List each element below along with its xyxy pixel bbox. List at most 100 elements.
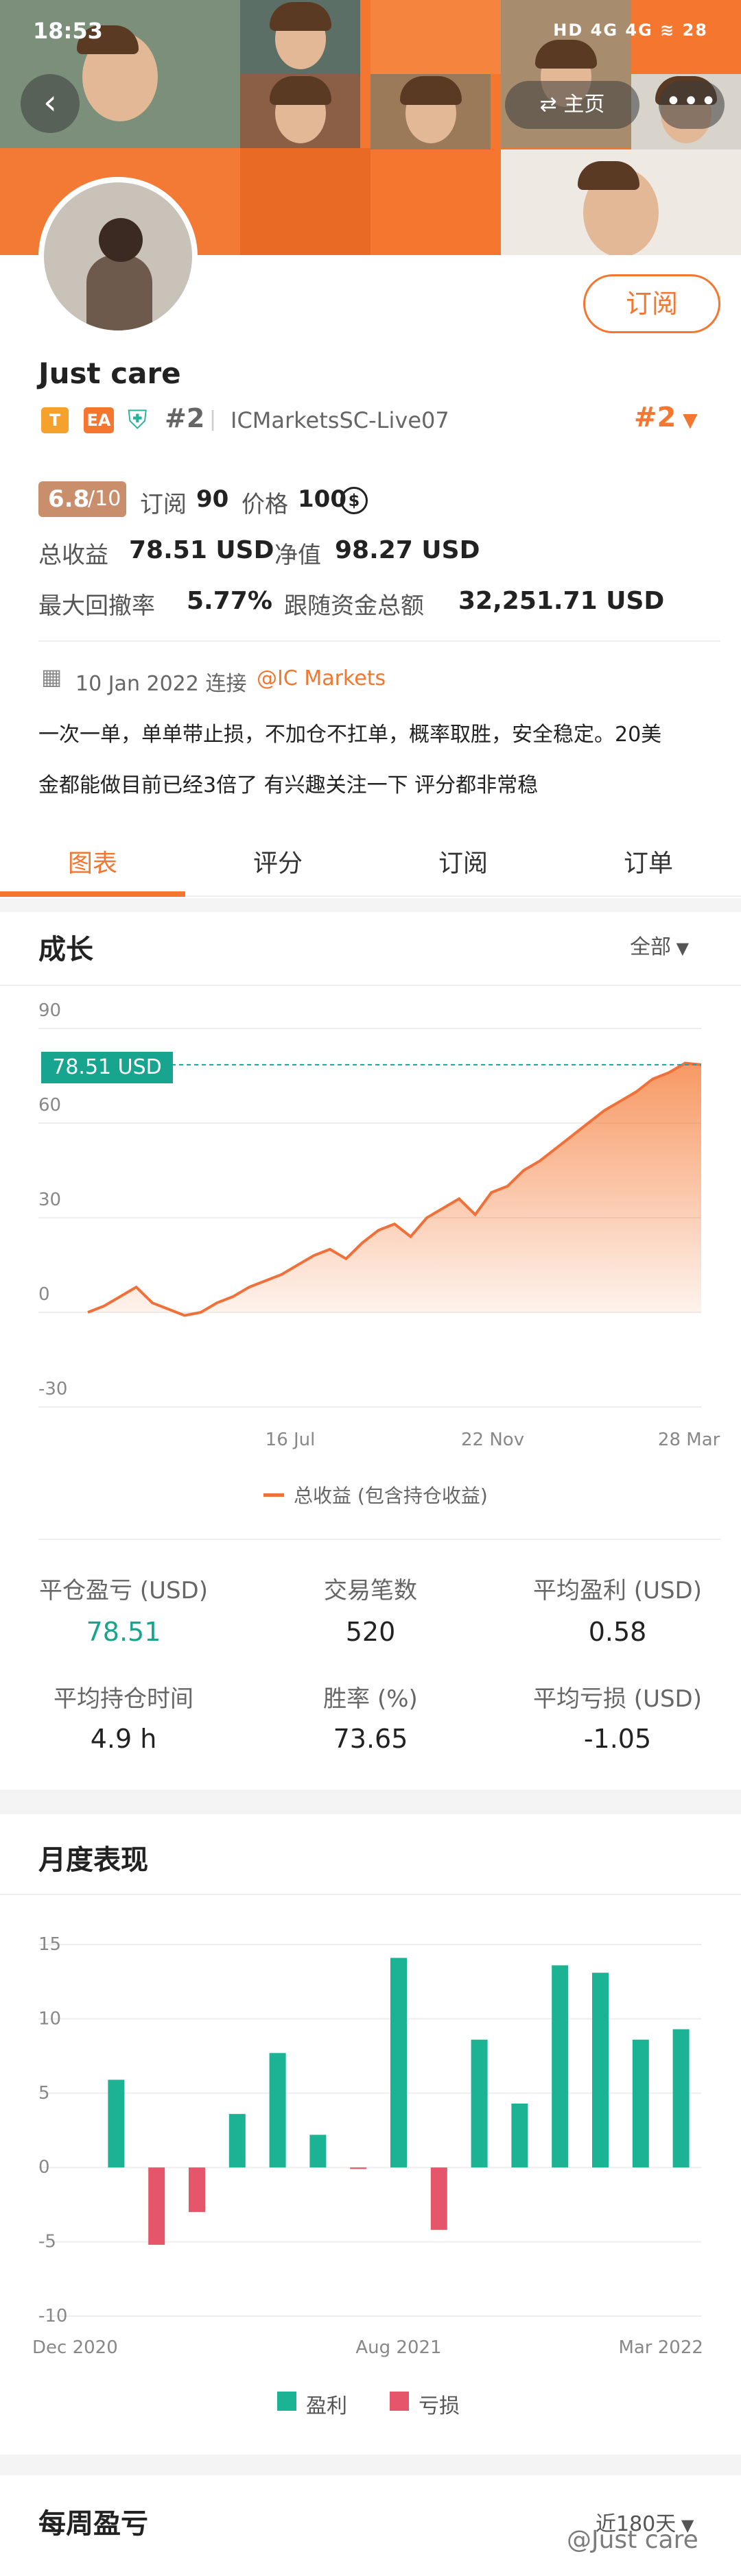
watermark: @Just care	[567, 2526, 698, 2554]
drawdown-value: 5.77%	[187, 587, 272, 615]
profit-bar	[108, 2080, 125, 2168]
rank-right-label: #2	[634, 402, 677, 433]
legend-swatch	[263, 1493, 284, 1497]
weekly-title: 每周盈亏	[38, 2508, 148, 2540]
banner-photo	[240, 74, 360, 149]
rank-dropdown[interactable]: #2 ▼	[634, 402, 698, 433]
status-icons: HD 4G 4G ≋ 28	[553, 21, 708, 40]
section-gap	[0, 898, 741, 912]
tab-chart[interactable]: 图表	[0, 843, 185, 879]
follow-funds-label: 跟随资金总额	[284, 592, 424, 620]
y-tick-label: 0	[38, 2157, 50, 2178]
x-tick-label: Mar 2022	[618, 2337, 703, 2358]
price-label: 价格	[242, 491, 288, 518]
trades-value: 520	[345, 1617, 396, 1647]
equity-label: 净值	[274, 542, 321, 569]
monthly-chart: 15 10 5 0 -5 -10 Dec 2020 Aug 2021 Mar 2022	[32, 1934, 703, 2358]
total-profit-value: 78.51 USD	[129, 536, 274, 564]
y-tick-label: -5	[38, 2232, 56, 2252]
current-value-tag: 78.51 USD	[41, 1052, 173, 1083]
legend-profit-label: 盈利	[306, 2394, 347, 2418]
divider	[0, 985, 741, 986]
rating-max: /10	[88, 487, 121, 511]
avatar[interactable]	[38, 177, 198, 336]
loss-bar	[148, 2167, 165, 2245]
profit-bar	[228, 2114, 246, 2168]
banner-photo	[501, 149, 741, 255]
x-tick-label: 28 Mar	[658, 1430, 720, 1450]
coin-icon: $	[340, 487, 368, 514]
profit-bar	[632, 2039, 649, 2168]
home-button[interactable]: ⇄ 主页	[505, 81, 639, 129]
growth-title: 成长	[38, 934, 93, 965]
subscribe-button[interactable]: 订阅	[583, 274, 720, 333]
y-tick-label: -30	[38, 1379, 67, 1399]
profit-bar	[390, 1958, 407, 2168]
profit-bar	[552, 1965, 569, 2168]
divider	[38, 1539, 720, 1540]
y-tick-label: -10	[38, 2306, 67, 2326]
back-button[interactable]: ‹	[21, 74, 80, 133]
closed-pl-label: 平仓盈亏 (USD)	[39, 1577, 208, 1604]
tab-subscribe[interactable]: 订阅	[370, 843, 556, 879]
growth-filter-label: 全部	[630, 935, 671, 959]
more-button[interactable]: •••	[659, 81, 725, 129]
closed-pl-value: 78.51	[86, 1617, 161, 1647]
rating-value: 6.8	[48, 485, 90, 513]
status-bar: 18:53 HD 4G 4G ≋ 28	[0, 0, 741, 58]
y-tick-label: 90	[38, 1000, 61, 1021]
connect-date: 10 Jan 2022 连接	[75, 672, 247, 696]
tab-orders[interactable]: 订单	[556, 843, 741, 879]
x-tick-label: 16 Jul	[266, 1430, 316, 1450]
legend-loss-swatch	[390, 2392, 409, 2411]
section-gap	[0, 2455, 741, 2475]
triangle-down-icon: ▼	[676, 409, 698, 431]
y-tick-label: 10	[38, 2008, 61, 2029]
legend-loss-label: 亏损	[419, 2394, 460, 2418]
shield-check-icon: ⛨	[128, 405, 148, 435]
profit-bar	[511, 2103, 528, 2168]
avg-profit-value: 0.58	[588, 1617, 647, 1647]
description-line-2: 金都能做目前已经3倍了 有兴趣关注一下 评分都非常稳	[38, 773, 539, 797]
rank-label: #2	[165, 403, 205, 433]
triangle-down-icon: ▼	[671, 939, 690, 958]
banner-pattern	[240, 148, 370, 255]
status-time: 18:53	[33, 18, 103, 44]
rating-badge: 6.8 /10	[38, 481, 126, 517]
profit-bar	[672, 2029, 690, 2168]
swap-icon: ⇄	[539, 93, 564, 117]
calendar-icon: ▦	[41, 664, 62, 690]
divider	[38, 640, 720, 642]
avg-profit-label: 平均盈利 (USD)	[533, 1577, 702, 1604]
winrate-value: 73.65	[333, 1724, 408, 1754]
section-gap	[0, 1790, 741, 1814]
x-tick-label: Aug 2021	[355, 2337, 441, 2358]
active-tab-indicator	[0, 891, 185, 897]
follow-funds-value: 32,251.71 USD	[458, 587, 665, 615]
growth-filter-dropdown[interactable]: 全部 ▼	[630, 930, 689, 960]
tab-rating[interactable]: 评分	[185, 843, 370, 879]
subscribers-label: 订阅	[140, 491, 187, 518]
growth-legend: 总收益 (包含持仓收益)	[294, 1484, 488, 1507]
server-name: ICMarketsSC-Live07	[231, 407, 449, 433]
broker-link[interactable]: @IC Markets	[257, 666, 386, 690]
badge-ea: EA	[84, 407, 114, 433]
loss-bar	[350, 2167, 367, 2169]
loss-bar	[189, 2167, 205, 2213]
equity-value: 98.27 USD	[335, 536, 480, 564]
profit-bar	[471, 2039, 488, 2168]
banner-photo	[370, 74, 491, 149]
avg-hold-value: 4.9 h	[90, 1724, 157, 1754]
profit-bar	[592, 1973, 609, 2168]
description-line-1: 一次一单，单单带止损，不加仓不扛单，概率取胜，安全稳定。20美	[38, 723, 662, 747]
growth-area	[88, 1063, 701, 1316]
divider: |	[209, 407, 217, 431]
avg-loss-value: -1.05	[583, 1724, 652, 1754]
y-tick-label: 30	[38, 1190, 61, 1210]
profit-bar	[309, 2134, 327, 2168]
monthly-title: 月度表现	[38, 1844, 148, 1876]
x-tick-label: Dec 2020	[32, 2337, 118, 2358]
loss-bar	[430, 2167, 447, 2230]
more-icon: •••	[665, 86, 718, 117]
price-value: 100	[298, 485, 346, 513]
